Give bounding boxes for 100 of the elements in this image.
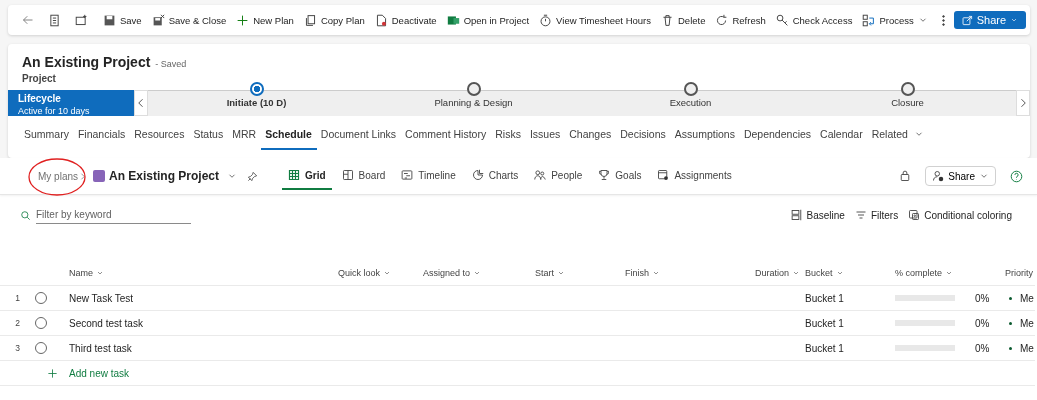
stage-marker[interactable] [249, 82, 264, 96]
filter-icon [854, 209, 867, 221]
column-header[interactable]: Finish [625, 268, 660, 278]
bucket-cell: Bucket 1 [805, 317, 844, 329]
toolbar-action[interactable]: Filters [854, 209, 899, 221]
tab[interactable]: Summary [20, 120, 74, 150]
view-tab[interactable]: People [528, 162, 589, 190]
task-name[interactable]: New Task Test [69, 292, 134, 304]
stage-label: Execution [669, 97, 712, 108]
toolbar-button[interactable]: Refresh [710, 7, 771, 33]
bucket-cell: Bucket 1 [805, 292, 844, 304]
column-header[interactable]: Name [69, 268, 104, 278]
chevron-down-icon [792, 269, 800, 277]
toolbar-button[interactable]: Delete [656, 7, 711, 33]
toolbar-button[interactable]: Deactivate [369, 7, 442, 33]
tab[interactable]: Dependencies [739, 120, 817, 150]
stage-marker[interactable] [683, 82, 698, 96]
tab[interactable]: MRR [228, 120, 262, 150]
row-number: 1 [0, 286, 35, 311]
toolbar-button[interactable]: Copy Plan [298, 7, 370, 33]
back-arrow-icon [22, 14, 34, 26]
chevron-down-icon [557, 269, 565, 277]
filter-field[interactable]: Filter by keyword [36, 206, 191, 224]
view-tab[interactable]: Timeline [395, 162, 462, 190]
chevron-down-icon [945, 269, 954, 277]
toolbar-button[interactable]: View Timesheet Hours [534, 7, 656, 33]
tab[interactable]: Risks [491, 120, 526, 150]
plan-share-button[interactable]: Share [925, 166, 996, 186]
plan-name: An Existing Project [109, 169, 220, 183]
tab[interactable]: Decisions [616, 120, 671, 150]
row-number: 3 [0, 336, 35, 361]
share-button[interactable]: Share [953, 11, 1027, 29]
toolbar-action[interactable]: Conditional coloring [908, 209, 1012, 221]
save-icon [103, 13, 116, 27]
key-icon [775, 13, 789, 27]
priority-dot-icon [1009, 346, 1012, 350]
toolbar-button[interactable]: Check Access [770, 7, 858, 33]
tab[interactable]: Changes [565, 120, 617, 150]
tab[interactable]: Issues [525, 120, 566, 150]
document-icon [374, 13, 388, 27]
copy-icon [303, 13, 317, 27]
pie-chart-icon [471, 169, 484, 181]
tab[interactable]: Financials [73, 120, 131, 150]
search-icon [20, 209, 31, 221]
column-header[interactable]: % complete [895, 268, 954, 278]
view-tab[interactable]: Board [335, 162, 392, 190]
share-icon [961, 14, 973, 26]
spreadsheet-icon [446, 13, 460, 27]
column-header[interactable]: Bucket [805, 268, 844, 278]
flow-icon [862, 13, 876, 27]
bucket-cell: Bucket 1 [805, 342, 844, 354]
save-close-icon [151, 13, 165, 27]
toolbar-button[interactable]: Open in Project [441, 7, 535, 33]
tab[interactable]: Status [189, 120, 229, 150]
column-header[interactable]: Quick look [338, 268, 392, 278]
stage-label: Closure [891, 97, 924, 108]
lock-icon [899, 170, 912, 182]
priority-cell: Me [1020, 342, 1034, 354]
lifecycle-panel[interactable]: Lifecycle Active for 10 days [8, 90, 134, 116]
priority-dot-icon [1009, 321, 1012, 325]
priority-dot-icon [1009, 296, 1012, 300]
view-tab[interactable]: Assignments [651, 162, 738, 190]
toolbar-button[interactable]: Save & Close [146, 7, 232, 33]
tab[interactable]: Resources [130, 120, 190, 150]
assignments-icon [657, 169, 670, 181]
task-name[interactable]: Third test task [69, 342, 132, 354]
chevron-down-icon [383, 269, 392, 277]
percent-complete: 0% [975, 317, 990, 329]
view-tab[interactable]: Charts [465, 162, 525, 190]
board-icon [341, 169, 354, 181]
add-task-button[interactable]: Add new task [69, 367, 130, 379]
chevron-down-icon [652, 269, 660, 277]
toolbar-action[interactable]: Baseline [790, 209, 845, 221]
tab[interactable]: Related [867, 120, 929, 150]
view-tab[interactable]: Grid [282, 162, 332, 190]
view-tab[interactable]: Goals [592, 162, 648, 190]
tab[interactable]: Calendar [816, 120, 868, 150]
stage-marker[interactable] [466, 82, 481, 96]
toolbar-button[interactable]: Save [98, 7, 147, 33]
percent-complete: 0% [975, 292, 990, 304]
grid-icon [288, 169, 301, 181]
pin-icon [247, 170, 259, 182]
chevron-right-icon [78, 171, 87, 181]
column-header[interactable]: Assigned to [423, 268, 482, 278]
record-type: Project [21, 72, 57, 84]
tab[interactable]: Document Links [316, 120, 402, 150]
toolbar-button[interactable]: New Plan [231, 7, 299, 33]
tab[interactable]: Comment History [401, 120, 492, 150]
tab[interactable]: Assumptions [670, 120, 740, 150]
column-header[interactable]: Priority [1005, 268, 1037, 278]
save-status: - Saved [155, 59, 187, 69]
tab[interactable]: Schedule [261, 120, 317, 150]
toolbar-button[interactable]: Process [857, 7, 933, 33]
stage-marker[interactable] [900, 82, 915, 96]
baseline-icon [790, 209, 803, 221]
refresh-icon [715, 13, 729, 27]
task-name[interactable]: Second test task [69, 317, 143, 329]
stage-label: Initiate (10 D) [226, 97, 287, 108]
column-header[interactable]: Start [535, 268, 565, 278]
column-header[interactable]: Duration [754, 268, 800, 278]
